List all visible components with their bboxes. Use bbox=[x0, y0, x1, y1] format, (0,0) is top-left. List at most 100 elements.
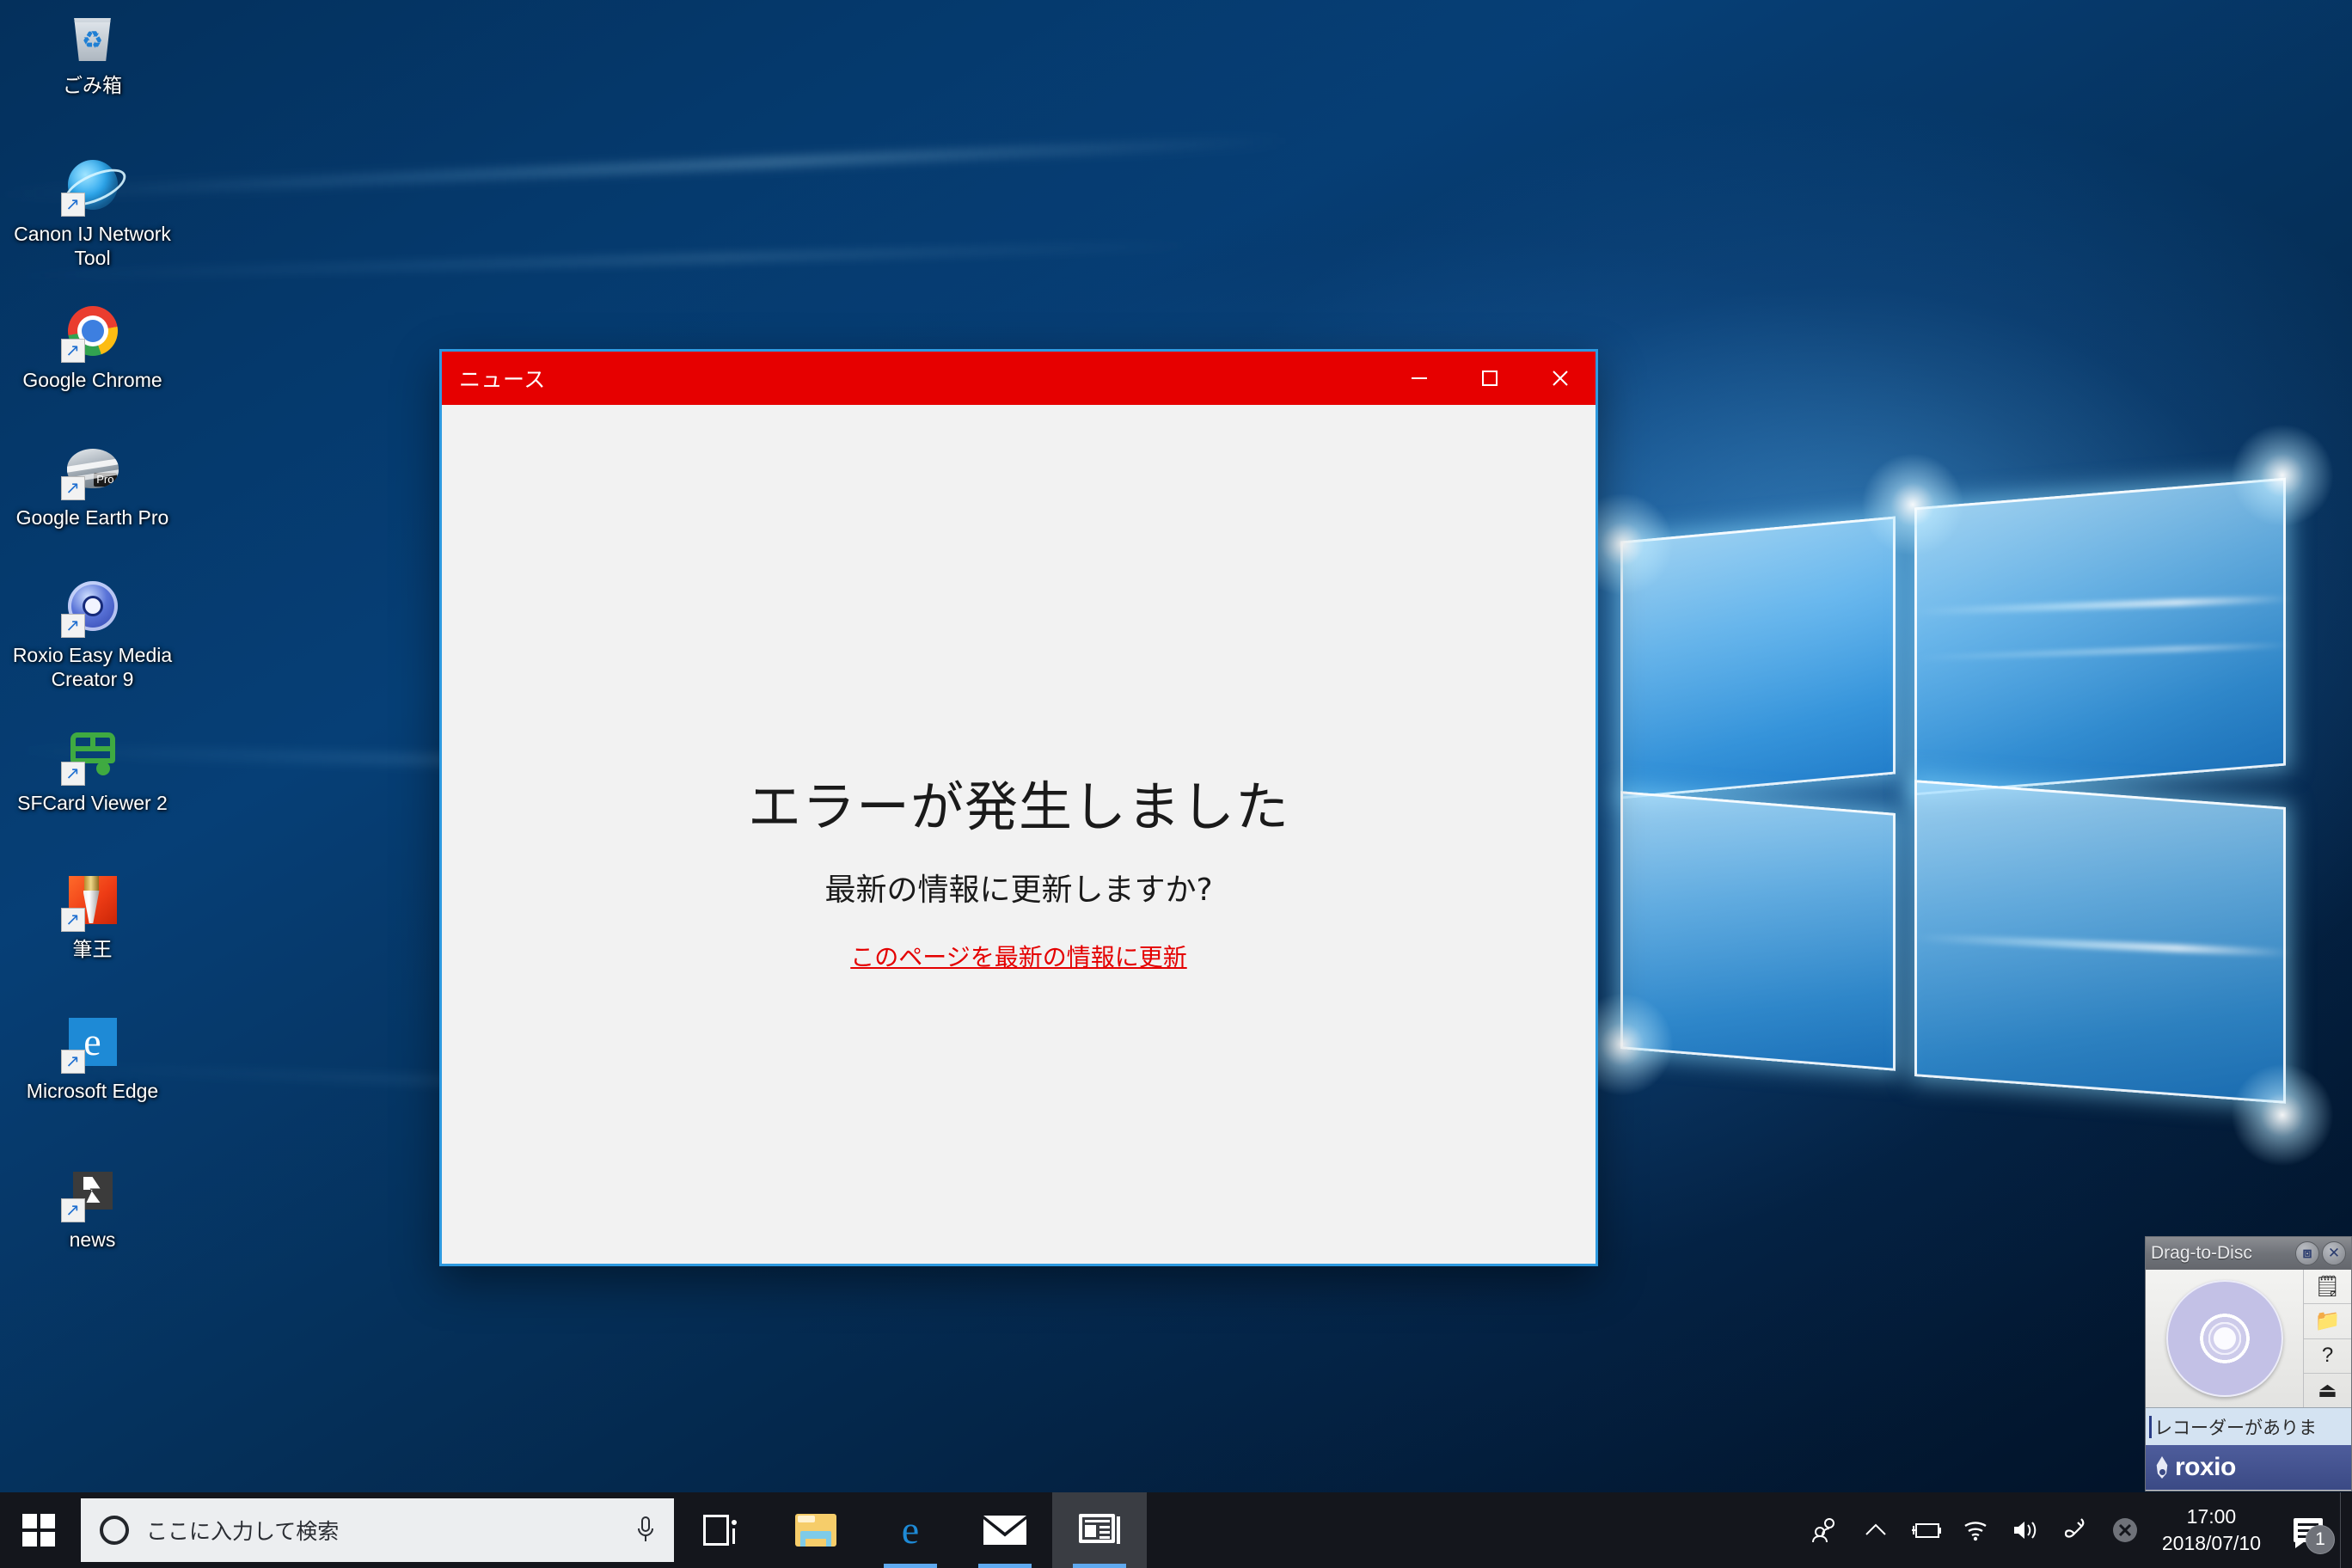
desktop-icon-canon-ij-network-tool[interactable]: ↗ Canon IJ Network Tool bbox=[9, 153, 176, 270]
running-indicator bbox=[1073, 1564, 1126, 1568]
desktop-icon-label: SFCard Viewer 2 bbox=[17, 792, 168, 814]
microphone-icon[interactable] bbox=[633, 1516, 658, 1545]
volume-icon[interactable] bbox=[2000, 1492, 2050, 1568]
taskbar: ここに入力して検索 e 17:00 2018/07/10 1 bbox=[0, 1492, 2352, 1568]
text-caret bbox=[2149, 1415, 2152, 1438]
hero-pane-bottom-right bbox=[1914, 780, 2286, 1104]
close-icon[interactable]: ✕ bbox=[2322, 1241, 2346, 1265]
wallpaper-light-streak bbox=[0, 136, 1289, 199]
drag-to-disc-gadget: Drag-to-Disc ⧈ ✕ 🗒 📁 ? ⏏ レコーダーがありま roxio bbox=[2145, 1236, 2352, 1491]
taskbar-button-file-explorer[interactable] bbox=[769, 1492, 863, 1568]
news-app-window: ニュース エラーが発生しました 最新の情報に更新しますか? このページを最新の情… bbox=[439, 349, 1598, 1266]
task-view-icon bbox=[703, 1515, 739, 1546]
roxio-brand-bar: roxio bbox=[2146, 1445, 2351, 1490]
desktop-icon-label: 筆王 bbox=[72, 938, 113, 960]
google-earth-icon: Pro ↗ bbox=[60, 437, 125, 500]
notification-badge: 1 bbox=[2306, 1525, 2335, 1554]
window-caption-buttons bbox=[1384, 352, 1596, 405]
desktop-icon-google-earth-pro[interactable]: Pro ↗ Google Earth Pro bbox=[9, 437, 176, 530]
shortcut-arrow-icon: ↗ bbox=[60, 762, 85, 786]
windows-logo-icon bbox=[22, 1514, 55, 1547]
train-card-icon: ↗ bbox=[60, 722, 125, 786]
show-desktop-button[interactable] bbox=[2340, 1492, 2352, 1568]
gadget-titlebar[interactable]: Drag-to-Disc ⧈ ✕ bbox=[2146, 1237, 2351, 1270]
disc-drop-target[interactable] bbox=[2146, 1270, 2303, 1407]
window-titlebar[interactable]: ニュース bbox=[442, 352, 1596, 405]
pen-workspace-icon[interactable] bbox=[2050, 1492, 2100, 1568]
safely-remove-hardware-circle-x-icon[interactable] bbox=[2100, 1492, 2150, 1568]
window-title: ニュース bbox=[459, 367, 546, 392]
recycle-bin-icon bbox=[61, 4, 125, 68]
list-icon[interactable]: 🗒 bbox=[2304, 1270, 2351, 1305]
close-button[interactable] bbox=[1525, 352, 1596, 405]
network-wifi-icon[interactable] bbox=[1951, 1492, 2000, 1568]
battery-icon[interactable] bbox=[1901, 1492, 1951, 1568]
action-center-button[interactable]: 1 bbox=[2276, 1492, 2340, 1568]
desktop-icon-microsoft-edge[interactable]: e ↗ Microsoft Edge bbox=[9, 1010, 176, 1103]
search-input[interactable]: ここに入力して検索 bbox=[81, 1498, 674, 1562]
hero-pane-top-left bbox=[1620, 516, 1896, 799]
folder-icon bbox=[795, 1514, 836, 1547]
refresh-page-link[interactable]: このページを最新の情報に更新 bbox=[850, 939, 1186, 973]
news-error-page: エラーが発生しました 最新の情報に更新しますか? このページを最新の情報に更新 bbox=[442, 405, 1596, 1264]
hero-pane-top-right bbox=[1914, 477, 2286, 796]
desktop-icon-sfcard-viewer-2[interactable]: ↗ SFCard Viewer 2 bbox=[9, 722, 176, 815]
gadget-body: 🗒 📁 ? ⏏ bbox=[2146, 1270, 2351, 1407]
news-icon bbox=[1079, 1514, 1120, 1547]
edge-icon: e bbox=[901, 1508, 920, 1552]
people-icon[interactable] bbox=[1801, 1492, 1851, 1568]
desktop-icon-fudeou[interactable]: ↗ 筆王 bbox=[9, 868, 176, 961]
running-indicator bbox=[884, 1564, 937, 1568]
cortana-ring-icon bbox=[100, 1516, 129, 1545]
shortcut-arrow-icon: ↗ bbox=[60, 339, 85, 363]
shortcut-arrow-icon: ↗ bbox=[60, 1050, 85, 1074]
taskbar-clock[interactable]: 17:00 2018/07/10 bbox=[2150, 1492, 2276, 1568]
taskbar-button-mail[interactable] bbox=[958, 1492, 1052, 1568]
minimize-button[interactable] bbox=[1384, 352, 1455, 405]
maximize-button[interactable] bbox=[1455, 352, 1525, 405]
wallpaper-light-streak bbox=[0, 242, 1204, 280]
hero-pane-bottom-left bbox=[1620, 791, 1896, 1071]
shortcut-arrow-icon: ↗ bbox=[60, 476, 85, 500]
start-button[interactable] bbox=[0, 1492, 77, 1568]
cd-disc-icon bbox=[2165, 1280, 2283, 1397]
desktop-icon-label: Google Chrome bbox=[22, 369, 162, 391]
desktop-icon-news[interactable]: ↗ news bbox=[9, 1159, 176, 1252]
help-icon[interactable]: ? bbox=[2304, 1339, 2351, 1374]
running-indicator bbox=[978, 1564, 1032, 1568]
desktop-icon-label: news bbox=[69, 1228, 116, 1251]
shortcut-arrow-icon: ↗ bbox=[60, 614, 85, 638]
eject-icon[interactable]: ⏏ bbox=[2304, 1374, 2351, 1407]
news-file-icon: ↗ bbox=[60, 1159, 125, 1222]
folder-icon[interactable]: 📁 bbox=[2304, 1304, 2351, 1339]
taskbar-button-microsoft-edge[interactable]: e bbox=[863, 1492, 958, 1568]
clock-time: 17:00 bbox=[2186, 1504, 2237, 1528]
clock-date: 2018/07/10 bbox=[2161, 1532, 2261, 1554]
shortcut-arrow-icon: ↗ bbox=[60, 1198, 85, 1222]
gadget-status-text: レコーダーがありま bbox=[2154, 1417, 2317, 1438]
gadget-status-field[interactable]: レコーダーがありま bbox=[2146, 1407, 2351, 1445]
desktop-icon-recycle-bin[interactable]: ごみ箱 bbox=[9, 4, 176, 97]
show-hidden-icons-chevron-up-icon[interactable] bbox=[1851, 1492, 1901, 1568]
roxio-icon: ↗ bbox=[60, 574, 125, 638]
shortcut-arrow-icon: ↗ bbox=[60, 908, 85, 932]
desktop-icon-label: ごみ箱 bbox=[63, 74, 122, 96]
desktop-icon-label: Roxio Easy Media Creator 9 bbox=[12, 644, 173, 690]
error-heading: エラーが発生しました bbox=[747, 775, 1289, 838]
edge-icon: e ↗ bbox=[60, 1010, 125, 1074]
mail-icon bbox=[983, 1516, 1026, 1545]
roxio-flame-icon bbox=[2156, 1456, 2168, 1479]
gadget-title: Drag-to-Disc bbox=[2151, 1243, 2252, 1263]
taskbar-button-task-view[interactable] bbox=[674, 1492, 769, 1568]
desktop-icon-roxio-easy-media-creator[interactable]: ↗ Roxio Easy Media Creator 9 bbox=[9, 574, 176, 691]
desktop-icon-google-chrome[interactable]: ↗ Google Chrome bbox=[9, 299, 176, 392]
gadget-toolbar: 🗒 📁 ? ⏏ bbox=[2303, 1270, 2351, 1407]
windows-logo-hero bbox=[1571, 391, 2351, 1167]
roxio-wordmark: roxio bbox=[2175, 1453, 2236, 1481]
restore-button[interactable]: ⧈ bbox=[2295, 1241, 2319, 1265]
search-placeholder: ここに入力して検索 bbox=[146, 1519, 340, 1544]
system-tray: 17:00 2018/07/10 1 bbox=[1801, 1492, 2352, 1568]
taskbar-button-news[interactable] bbox=[1052, 1492, 1147, 1568]
desktop-icon-label: Canon IJ Network Tool bbox=[14, 223, 171, 269]
chrome-icon: ↗ bbox=[60, 299, 125, 363]
